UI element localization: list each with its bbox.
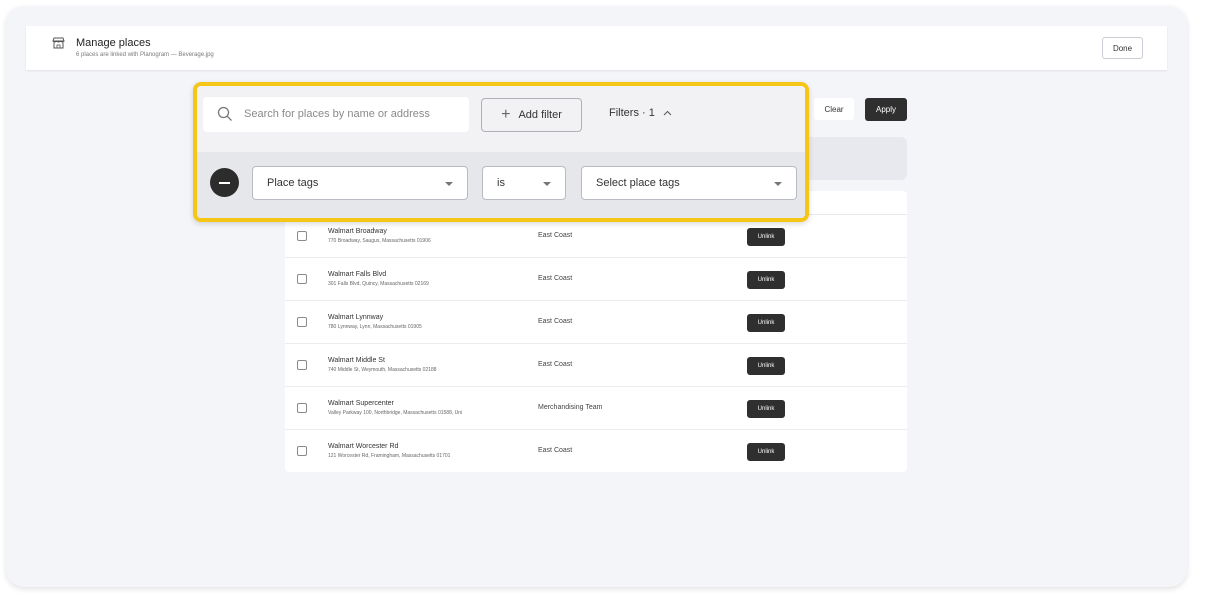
store-icon (52, 37, 65, 49)
search-icon (217, 106, 232, 121)
place-tag: East Coast (538, 447, 573, 454)
place-address: Valley Parkway 100, Northbridge, Massach… (328, 410, 463, 416)
filter-value-select[interactable]: Select place tags (581, 166, 797, 200)
filter-panel: Search for places by name or address + A… (193, 82, 809, 222)
clear-button[interactable]: Clear (814, 98, 854, 120)
unlink-button[interactable]: Unlink (747, 357, 785, 375)
row-checkbox[interactable] (297, 360, 307, 370)
apply-button[interactable]: Apply (865, 98, 907, 121)
table-row: Walmart Falls Blvd 301 Falls Blvd, Quincy… (285, 258, 907, 301)
place-name: Walmart Broadway (328, 228, 387, 235)
place-name: Walmart Worcester Rd (328, 443, 399, 450)
table-row: Walmart Worcester Rd 121 Worcester Rd, Fr… (285, 430, 907, 473)
unlink-button[interactable]: Unlink (747, 443, 785, 461)
table-row: Walmart Supercenter Valley Parkway 100, N… (285, 387, 907, 430)
table-row: Walmart Lynnway 780 Lynnway, Lynn, Massac… (285, 301, 907, 344)
row-checkbox[interactable] (297, 403, 307, 413)
filter-panel-top: Search for places by name or address + A… (197, 86, 805, 152)
place-address: 770 Broadway, Saugus, Massachusetts 0190… (328, 238, 431, 244)
page-subtitle: 6 places are linked with Planogram — Bev… (76, 52, 214, 58)
filter-value-placeholder: Select place tags (596, 177, 680, 189)
add-filter-button[interactable]: + Add filter (481, 98, 582, 132)
place-name: Walmart Falls Blvd (328, 271, 387, 278)
place-tag: East Coast (538, 232, 573, 239)
add-filter-label: Add filter (518, 109, 562, 121)
row-checkbox[interactable] (297, 274, 307, 284)
place-name: Walmart Lynnway (328, 314, 384, 321)
filters-toggle[interactable]: Filters · 1 (609, 107, 672, 119)
place-address: 780 Lynnway, Lynn, Massachusetts 01905 (328, 324, 422, 330)
filter-field-select[interactable]: Place tags (252, 166, 468, 200)
row-checkbox[interactable] (297, 446, 307, 456)
place-tag: East Coast (538, 275, 573, 282)
remove-filter-button[interactable] (210, 168, 239, 197)
row-checkbox[interactable] (297, 231, 307, 241)
place-address: 121 Worcester Rd, Framingham, Massachuse… (328, 453, 451, 459)
place-tag: East Coast (538, 318, 573, 325)
search-input[interactable]: Search for places by name or address (203, 97, 469, 132)
place-tag: East Coast (538, 361, 573, 368)
place-name: Walmart Middle St (328, 357, 385, 364)
caret-down-icon (445, 182, 453, 186)
place-address: 740 Middle St, Weymouth, Massachusetts 0… (328, 367, 437, 373)
unlink-button[interactable]: Unlink (747, 314, 785, 332)
done-button[interactable]: Done (1102, 37, 1143, 59)
place-address: 301 Falls Blvd, Quincy, Massachusetts 02… (328, 281, 429, 287)
caret-down-icon (774, 182, 782, 186)
table-row: Walmart Middle St 740 Middle St, Weymouth… (285, 344, 907, 387)
search-placeholder: Search for places by name or address (244, 108, 430, 120)
unlink-button[interactable]: Unlink (747, 400, 785, 418)
unlink-button[interactable]: Unlink (747, 228, 785, 246)
place-name: Walmart Supercenter (328, 400, 394, 407)
filter-field-value: Place tags (267, 177, 319, 189)
filter-operator-select[interactable]: is (482, 166, 566, 200)
filters-label: Filters · 1 (609, 107, 655, 119)
page-header: Manage places 6 places are linked with P… (26, 26, 1167, 70)
chevron-up-icon (663, 110, 672, 116)
row-checkbox[interactable] (297, 317, 307, 327)
filter-operator-value: is (497, 177, 505, 189)
plus-icon: + (501, 106, 511, 123)
minus-icon (219, 181, 230, 184)
unlink-button[interactable]: Unlink (747, 271, 785, 289)
page-title: Manage places (76, 37, 151, 49)
place-tag: Merchandising Team (538, 404, 603, 411)
places-table: Walmart Broadway 770 Broadway, Saugus, Ma… (285, 191, 907, 472)
filter-row: Place tags is Select place tags (197, 152, 805, 218)
caret-down-icon (543, 182, 551, 186)
